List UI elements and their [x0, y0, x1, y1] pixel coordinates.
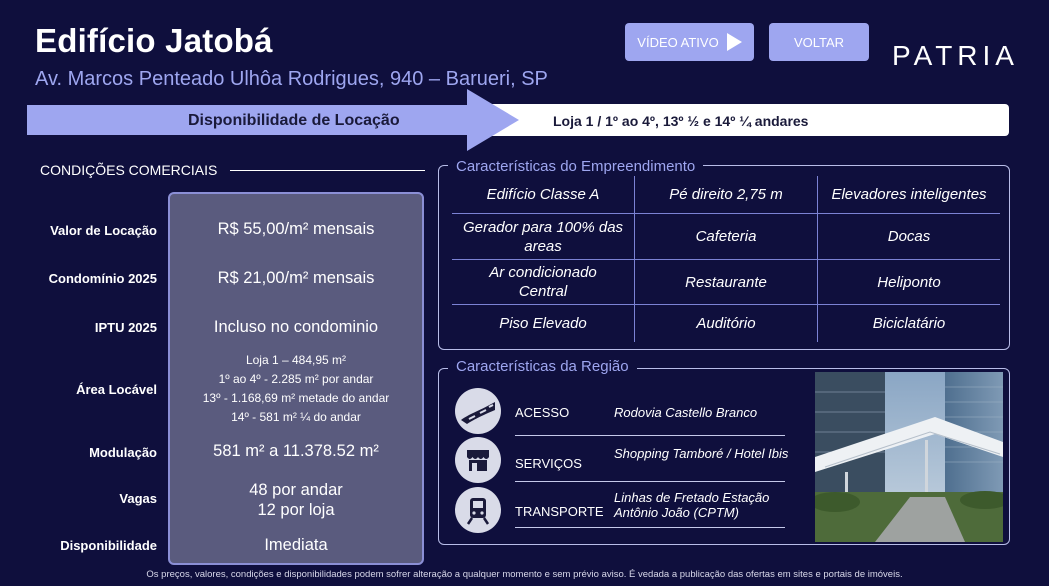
- back-button[interactable]: VOLTAR: [769, 23, 869, 61]
- row-label-area: Área Locável: [76, 382, 157, 397]
- building-photo: [815, 372, 1003, 542]
- row-value-condominio: R$ 21,00/m² mensais: [217, 269, 375, 287]
- feature-cell: Pé direito 2,75 m: [669, 186, 783, 203]
- feature-cell: Restaurante: [685, 273, 767, 291]
- row-label-condominio: Condomínio 2025: [48, 271, 157, 286]
- vagas-line: 48 por andar: [249, 481, 343, 499]
- feature-cell: Edifício Classe A: [486, 186, 600, 203]
- feature-cell: Cafeteria: [695, 228, 757, 245]
- regiao-value-acesso: Rodovia Castello Branco: [614, 405, 758, 420]
- store-icon: [455, 437, 501, 483]
- regiao-divider: [515, 527, 785, 528]
- regiao-label-transporte: TRANSPORTE: [515, 504, 604, 519]
- row-value-area: Loja 1 – 484,95 m² 1º ao 4º - 2.285 m² p…: [170, 351, 422, 427]
- address: Av. Marcos Penteado Ulhôa Rodrigues, 940…: [35, 68, 548, 90]
- regiao-divider: [515, 481, 785, 482]
- disclaimer: Os preços, valores, condições e disponib…: [146, 569, 903, 580]
- road-icon: [455, 388, 501, 434]
- row-label-modulacao: Modulação: [89, 445, 157, 460]
- video-button[interactable]: VÍDEO ATIVO: [625, 23, 754, 61]
- area-line: 1º ao 4º - 2.285 m² por andar: [218, 372, 374, 386]
- row-value-iptu: Incluso no condominio: [213, 318, 379, 336]
- row-label-locacao: Valor de Locação: [50, 223, 157, 238]
- conditions-divider: [230, 170, 425, 171]
- feature-cell: Heliponto: [877, 273, 941, 291]
- row-label-disponibilidade: Disponibilidade: [60, 538, 157, 553]
- row-label-iptu: IPTU 2025: [94, 320, 157, 335]
- empreendimento-title: Características do Empreendimento: [448, 158, 704, 175]
- feature-cell: Elevadores inteligentes: [831, 186, 987, 203]
- feature-cell: Auditório: [696, 315, 756, 332]
- vagas-line: 12 por loja: [257, 501, 335, 519]
- regiao-value-servicos: Shopping Tamboré / Hotel Ibis: [614, 446, 789, 461]
- banner-right-label: Loja 1 / 1º ao 4º, 13º ½ e 14º ¼ andares: [553, 113, 809, 129]
- video-button-label: VÍDEO ATIVO: [637, 34, 719, 50]
- feature-cell: Piso Elevado: [499, 315, 587, 332]
- row-label-vagas: Vagas: [119, 491, 157, 506]
- area-line: 14º - 581 m² ¼ do andar: [231, 410, 361, 424]
- feature-cell: Docas: [887, 228, 931, 245]
- row-value-modulacao: 581 m² a 11.378.52 m²: [213, 442, 379, 460]
- page-title: Edifício Jatobá: [35, 22, 273, 59]
- row-value-vagas: 48 por andar 12 por loja: [170, 480, 422, 520]
- row-value-locacao: R$ 55,00/m² mensais: [217, 220, 375, 238]
- banner-left-label: Disponibilidade de Locação: [188, 112, 400, 129]
- play-icon: [726, 33, 742, 51]
- conditions-heading: CONDIÇÕES COMERCIAIS: [40, 162, 218, 178]
- feature-cell: Biciclatário: [872, 315, 946, 332]
- feature-cell: Ar condicionado Central: [489, 264, 597, 300]
- regiao-divider: [515, 435, 785, 436]
- area-line: 13º - 1.168,69 m² metade do andar: [202, 391, 390, 405]
- train-icon: [455, 487, 501, 533]
- feature-cell: Gerador para 100% das areas: [462, 218, 624, 255]
- regiao-title: Características da Região: [448, 358, 637, 375]
- patria-logo: PATRIA: [892, 40, 1019, 71]
- area-line: Loja 1 – 484,95 m²: [245, 353, 347, 367]
- regiao-value-transporte: Linhas de Fretado Estação Antônio João (…: [614, 490, 770, 520]
- back-button-label: VOLTAR: [793, 34, 845, 50]
- regiao-label-acesso: ACESSO: [515, 405, 570, 420]
- regiao-label-servicos: SERVIÇOS: [515, 456, 582, 471]
- row-value-disponibilidade: Imediata: [264, 536, 328, 554]
